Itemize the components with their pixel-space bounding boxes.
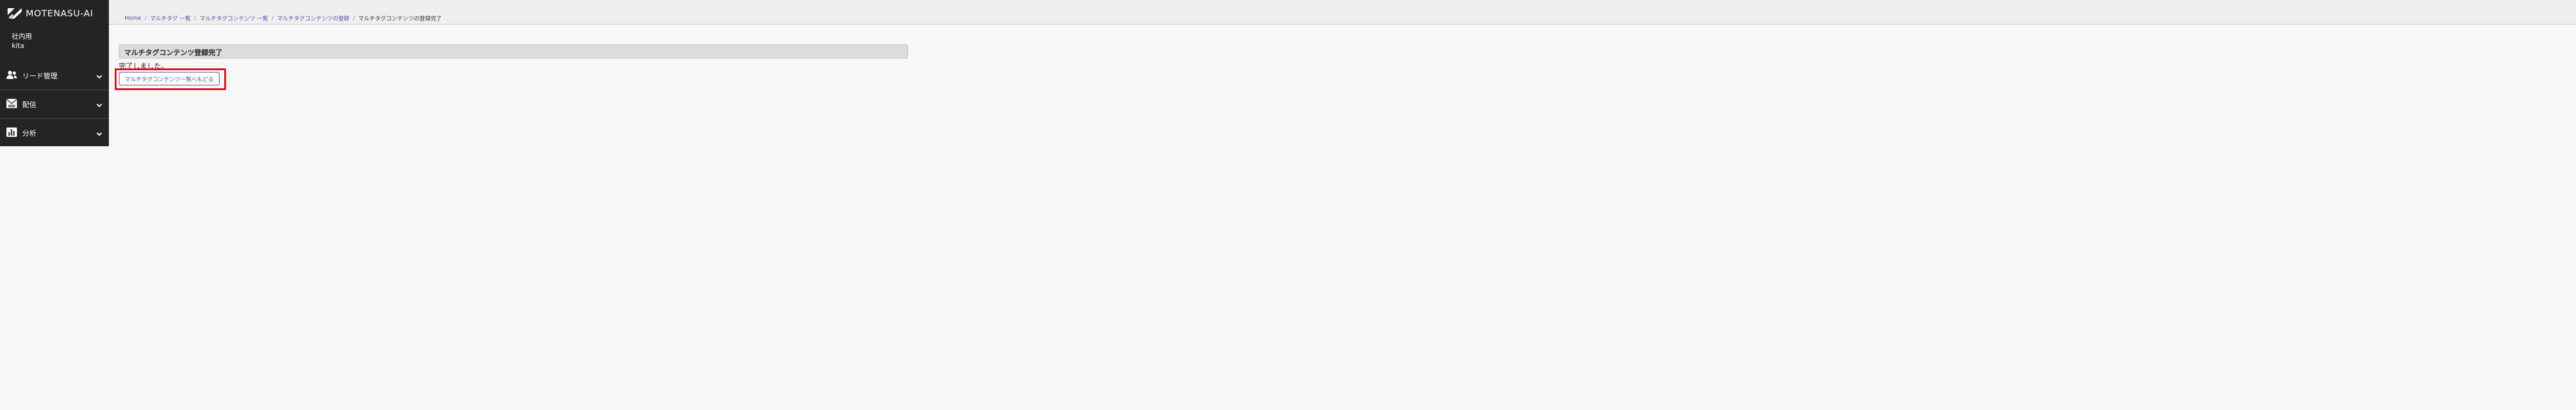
chevron-down-icon <box>96 99 102 110</box>
mail-icon <box>6 98 18 111</box>
back-to-list-button[interactable]: マルチタグコンテンツ一覧へもどる <box>119 72 220 85</box>
sidebar-item-label: 分析 <box>22 129 37 137</box>
sidebar: MOTENASU-AI 社内用 kita リード管理 配信 分析 <box>0 0 109 146</box>
sidebar-item-label: 配信 <box>22 101 37 109</box>
breadcrumb-multitag-list[interactable]: マルチタグ 一覧 <box>150 14 191 22</box>
sidebar-item-label: リード管理 <box>22 72 58 80</box>
sidebar-item-delivery[interactable]: 配信 <box>0 90 109 119</box>
breadcrumb-separator: / <box>194 15 196 22</box>
chevron-down-icon <box>96 70 102 81</box>
section-title: マルチタグコンテンツ登録完了 <box>124 49 223 57</box>
breadcrumb-home[interactable]: Home <box>125 15 141 22</box>
logo-icon <box>8 8 22 19</box>
breadcrumb-separator: / <box>352 15 355 22</box>
sidebar-item-analytics[interactable]: 分析 <box>0 119 109 147</box>
chevron-down-icon <box>96 128 102 139</box>
breadcrumb: Home / マルチタグ 一覧 / マルチタグコンテンツ 一覧 / マルチタグコ… <box>125 14 442 23</box>
sidebar-item-leads[interactable]: リード管理 <box>0 61 109 90</box>
bar-chart-icon <box>6 127 18 140</box>
breadcrumb-separator: / <box>272 15 274 22</box>
breadcrumb-multitag-content-list[interactable]: マルチタグコンテンツ 一覧 <box>200 14 268 22</box>
user-name: kita <box>12 42 25 50</box>
section-header: マルチタグコンテンツ登録完了 <box>119 44 908 58</box>
breadcrumb-multitag-content-register[interactable]: マルチタグコンテンツの登録 <box>277 14 350 22</box>
user-org: 社内用 <box>12 32 32 40</box>
breadcrumb-current: マルチタグコンテンツの登録完了 <box>358 16 442 22</box>
users-icon <box>6 70 18 82</box>
brand-name: MOTENASU-AI <box>26 8 94 19</box>
topbar: Home / マルチタグ 一覧 / マルチタグコンテンツ 一覧 / マルチタグコ… <box>109 0 2576 25</box>
brand-logo[interactable]: MOTENASU-AI <box>6 6 93 21</box>
breadcrumb-separator: / <box>145 15 147 22</box>
